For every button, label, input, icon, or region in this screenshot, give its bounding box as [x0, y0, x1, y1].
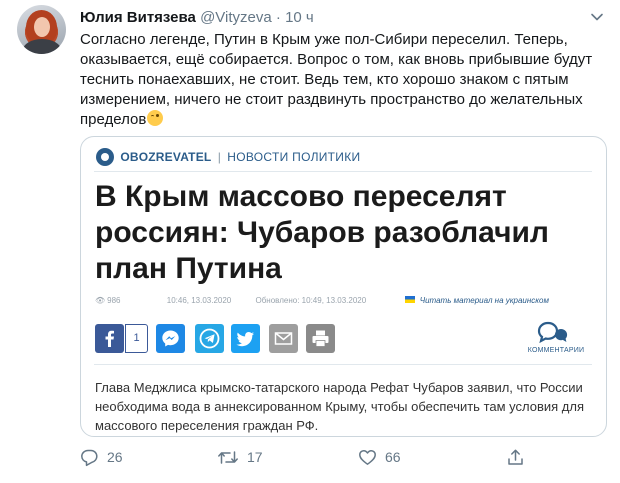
twitter-bird-icon: [236, 332, 254, 347]
header-separator: ·: [275, 9, 281, 26]
divider: [94, 171, 592, 172]
tweet-actions: 26 17 66: [80, 446, 620, 468]
views-count: 986: [107, 296, 121, 305]
ukrainian-version-link[interactable]: Читать материал на украинском: [404, 295, 571, 307]
tweet-header: Юлия Витязева @Vityzeva · 10 ч: [80, 9, 314, 27]
comments-label: КОММЕНТАРИИ: [527, 347, 585, 354]
tweet[interactable]: Юлия Витязева @Vityzeva · 10 ч Согласно …: [0, 0, 620, 483]
share-icon: [508, 449, 523, 465]
email-share-button[interactable]: [269, 324, 298, 353]
article-lead: Глава Меджлиса крымско-татарского народа…: [95, 380, 584, 433]
obozrevatel-logo-icon: [96, 148, 114, 166]
telegram-icon: [199, 328, 220, 349]
retweet-count: 17: [247, 449, 263, 465]
comments-button[interactable]: КОММЕНТАРИИ: [521, 320, 591, 356]
eye-icon: 👁: [95, 296, 106, 305]
print-button[interactable]: [306, 324, 335, 353]
published-time: 10:46, 13.03.2020: [166, 296, 232, 305]
heart-icon: [359, 449, 376, 465]
author-handle[interactable]: @Vityzeva: [200, 9, 272, 26]
reply-icon: [81, 449, 98, 467]
link-card[interactable]: OBOZREVATEL | НОВОСТИ ПОЛИТИКИ В Крым ма…: [80, 136, 607, 437]
reply-button[interactable]: 26: [80, 446, 123, 468]
brand-name: OBOZREVATEL: [120, 150, 212, 164]
twitter-share-button[interactable]: [231, 324, 260, 353]
messenger-icon: [162, 330, 179, 347]
brand-bar: OBOZREVATEL | НОВОСТИ ПОЛИТИКИ: [96, 148, 360, 166]
facebook-share-button[interactable]: [95, 324, 124, 353]
avatar[interactable]: [17, 5, 66, 54]
envelope-icon: [274, 332, 293, 345]
avatar-shoulders: [23, 39, 61, 54]
brand-section: НОВОСТИ ПОЛИТИКИ: [227, 150, 361, 164]
chevron-down-icon[interactable]: [590, 10, 604, 24]
facebook-share-count: 1: [125, 324, 148, 353]
tweet-time[interactable]: 10 ч: [285, 9, 314, 26]
divider: [94, 364, 592, 365]
messenger-share-button[interactable]: [156, 324, 185, 353]
tweet-text-block: Согласно легенде, Путин в Крым уже пол-С…: [80, 30, 605, 130]
article-headline: В Крым массово переселят россиян: Чубаро…: [95, 180, 549, 285]
retweet-button[interactable]: 17: [217, 446, 263, 468]
ukraine-flag-icon: [404, 296, 415, 303]
printer-icon: [312, 330, 329, 347]
facebook-icon: [105, 330, 114, 347]
like-button[interactable]: 66: [358, 446, 401, 468]
retweet-icon: [218, 451, 238, 464]
updated-time: Обновлено: 10:49, 13.03.2020: [255, 296, 367, 305]
article-meta: 👁 986 10:46, 13.03.2020 Обновлено: 10:49,…: [95, 295, 595, 307]
avatar-face: [34, 17, 50, 37]
comments-icon: [537, 321, 568, 344]
author-name[interactable]: Юлия Витязева: [80, 9, 196, 26]
telegram-share-button[interactable]: [195, 324, 224, 353]
like-count: 66: [385, 449, 401, 465]
winking-face-icon: [147, 110, 164, 126]
brand-divider: |: [217, 150, 221, 164]
ukrainian-link-label: Читать материал на украинском: [419, 296, 549, 305]
reply-count: 26: [107, 449, 123, 465]
share-button[interactable]: [506, 446, 533, 468]
